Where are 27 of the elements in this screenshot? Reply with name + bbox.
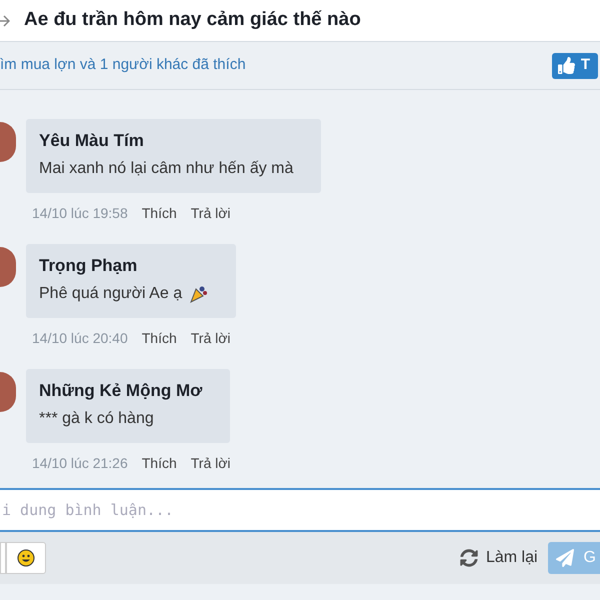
send-icon	[556, 549, 574, 567]
emoji-button[interactable]	[6, 542, 46, 574]
comment-author[interactable]: Yêu Màu Tím	[39, 131, 294, 151]
smiley-icon	[17, 549, 35, 567]
like-button[interactable]: T	[552, 52, 598, 78]
reply-link[interactable]: Trả lời	[190, 453, 231, 474]
comment-text: Phê quá người Ae ạ	[39, 284, 182, 304]
comment-input[interactable]: i dung bình luận...	[0, 488, 600, 532]
refresh-icon	[460, 549, 478, 567]
like-link[interactable]: Thích	[142, 328, 177, 349]
comment-text: *** gà k có hàng	[39, 409, 154, 429]
party-popper-icon	[188, 284, 208, 304]
comment-time: 14/10 lúc 19:58	[32, 204, 128, 223]
comment-text: Mai xanh nó lại câm như hến ấy mà	[39, 159, 294, 179]
comment-time: 14/10 lúc 20:40	[32, 329, 128, 348]
comment-author[interactable]: Những Kẻ Mộng Mơ	[39, 381, 202, 401]
comment-author[interactable]: Trọng Phạm	[39, 256, 208, 276]
reply-link[interactable]: Trả lời	[190, 328, 231, 349]
arrow-icon[interactable]	[0, 14, 10, 26]
post-title: Ae đu trần hôm nay cảm giác thế nào	[24, 8, 361, 32]
like-link[interactable]: Thích	[142, 453, 177, 474]
reset-button[interactable]: Làm lại	[460, 546, 538, 570]
likes-summary[interactable]: ìm mua lợn và 1 người khác đã thích	[0, 54, 246, 77]
reply-link[interactable]: Trả lời	[190, 203, 231, 224]
comment-time: 14/10 lúc 21:26	[32, 454, 128, 473]
like-link[interactable]: Thích	[142, 203, 177, 224]
thumbs-up-icon	[558, 57, 575, 74]
